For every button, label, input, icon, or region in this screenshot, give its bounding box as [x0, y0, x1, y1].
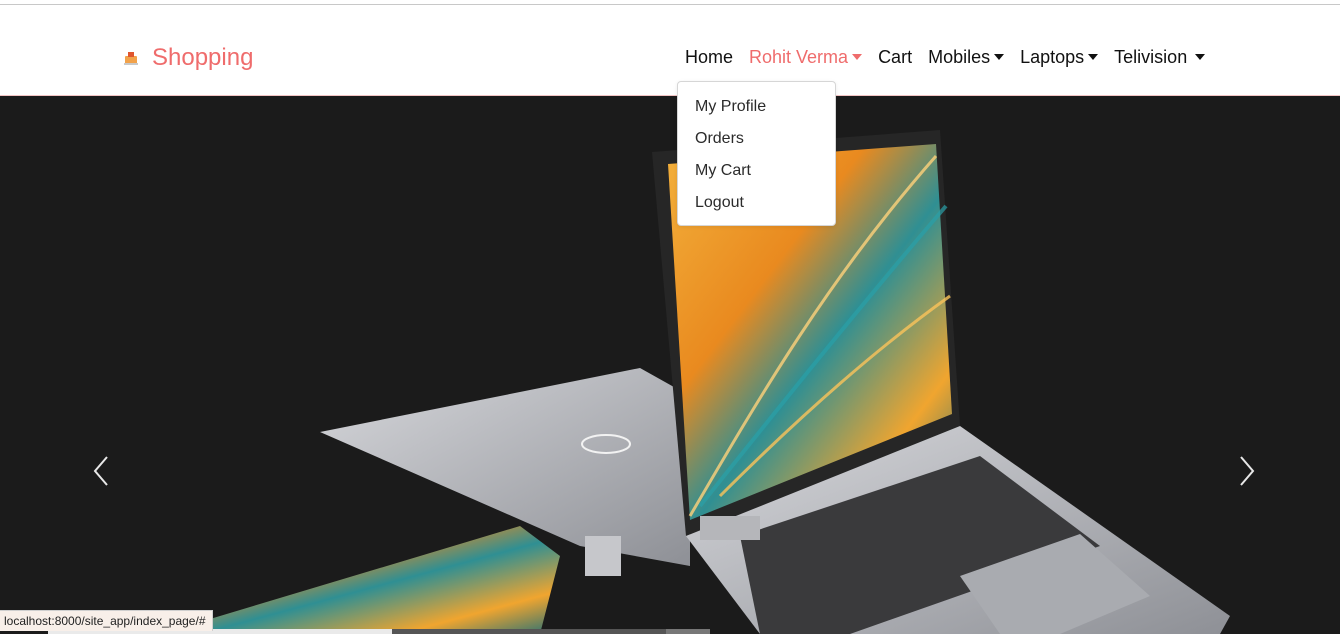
- nav-laptops-label: Laptops: [1020, 47, 1085, 67]
- nav-mobiles-dropdown[interactable]: Mobiles: [928, 45, 1005, 69]
- navbar: Shopping Home Rohit Verma Cart Mobiles L…: [0, 5, 1340, 96]
- chevron-left-icon[interactable]: [88, 451, 118, 491]
- shopping-bag-icon: [124, 52, 138, 65]
- caret-down-icon: [1195, 54, 1206, 60]
- nav-user-dropdown[interactable]: Rohit Verma: [749, 45, 863, 69]
- browser-status-url: localhost:8000/site_app/index_page/#: [0, 610, 213, 631]
- nav-cart-label: Cart: [878, 47, 913, 67]
- nav-laptops-dropdown[interactable]: Laptops: [1020, 45, 1099, 69]
- menu-item-my-profile[interactable]: My Profile: [678, 91, 835, 123]
- user-dropdown-menu: My Profile Orders My Cart Logout: [677, 81, 836, 226]
- nav-home-label: Home: [685, 47, 734, 67]
- nav-menu: Home Rohit Verma Cart Mobiles Laptops Te…: [685, 45, 1221, 69]
- nav-television-label: Telivision: [1114, 47, 1188, 67]
- brand-name: Shopping: [152, 44, 254, 71]
- nav-home[interactable]: Home: [685, 45, 733, 69]
- caret-down-icon: [1088, 54, 1099, 60]
- menu-item-logout[interactable]: Logout: [678, 187, 835, 219]
- nav-user-label: Rohit Verma: [749, 47, 849, 67]
- laptop-banner-image: [160, 130, 1230, 634]
- menu-item-orders[interactable]: Orders: [678, 123, 835, 155]
- carousel-indicator[interactable]: [392, 629, 666, 634]
- nav-cart[interactable]: Cart: [878, 45, 912, 69]
- caret-down-icon: [852, 54, 863, 60]
- menu-item-my-cart[interactable]: My Cart: [678, 155, 835, 187]
- carousel-indicator[interactable]: [666, 629, 710, 634]
- chevron-right-icon[interactable]: [1232, 451, 1262, 491]
- caret-down-icon: [994, 54, 1005, 60]
- nav-mobiles-label: Mobiles: [928, 47, 991, 67]
- hero-carousel: [0, 96, 1340, 634]
- brand-link[interactable]: Shopping: [122, 45, 253, 71]
- nav-television-dropdown[interactable]: Telivision: [1114, 45, 1206, 69]
